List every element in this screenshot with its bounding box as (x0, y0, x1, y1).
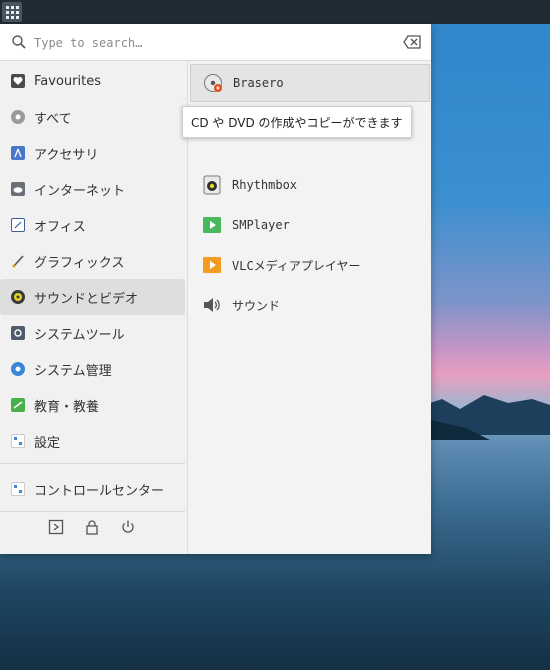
app-item-brasero[interactable]: Brasero (190, 64, 430, 102)
smplayer-icon (202, 215, 222, 235)
category-accessories[interactable]: アクセサリ (0, 135, 185, 171)
graphics-icon (11, 254, 25, 268)
lock-icon[interactable] (84, 519, 100, 535)
session-buttons (0, 517, 187, 557)
sidebar-divider (0, 463, 185, 464)
category-education[interactable]: 教育・教養 (0, 387, 185, 423)
control-center-icon (11, 482, 25, 496)
settings-icon (11, 434, 25, 448)
office-icon (11, 218, 25, 232)
vlc-icon (202, 255, 222, 275)
app-tooltip: CD や DVD の作成やコピーができます (182, 106, 412, 138)
multimedia-icon (11, 290, 25, 304)
search-icon (12, 35, 26, 49)
power-icon[interactable] (120, 519, 136, 535)
app-item-sound[interactable]: サウンド (190, 287, 428, 323)
category-sidebar: Favourites すべて アクセサリ インターネット オフィス グラフィック… (0, 61, 188, 554)
administration-icon (11, 362, 25, 376)
all-icon (11, 110, 25, 124)
app-item-rhythmbox[interactable]: Rhythmbox (190, 167, 428, 203)
app-item-smplayer[interactable]: SMPlayer (190, 207, 428, 243)
category-graphics[interactable]: グラフィックス (0, 243, 185, 279)
search-input[interactable] (32, 32, 396, 54)
system-tools-icon (11, 326, 25, 340)
rhythmbox-icon (202, 175, 222, 195)
sidebar-divider-bottom (0, 511, 185, 512)
accessories-icon (11, 146, 25, 160)
category-office[interactable]: オフィス (0, 207, 185, 243)
search-bar (0, 24, 431, 61)
taskbar (0, 0, 550, 24)
brasero-icon (203, 73, 223, 93)
internet-icon (11, 182, 25, 196)
category-sound-video[interactable]: サウンドとビデオ (0, 279, 185, 315)
category-settings[interactable]: 設定 (0, 423, 185, 459)
education-icon (11, 398, 25, 412)
category-administration[interactable]: システム管理 (0, 351, 185, 387)
category-all[interactable]: すべて (0, 99, 185, 135)
category-internet[interactable]: インターネット (0, 171, 185, 207)
control-center-item[interactable]: コントロールセンター (0, 471, 185, 507)
heart-icon (11, 74, 25, 88)
application-menu: Favourites すべて アクセサリ インターネット オフィス (0, 24, 431, 554)
category-system-tools[interactable]: システムツール (0, 315, 185, 351)
category-favourites[interactable]: Favourites (0, 63, 185, 99)
clear-search-icon[interactable] (403, 35, 421, 49)
sound-icon (202, 295, 222, 315)
switch-user-icon[interactable] (48, 519, 64, 535)
app-launcher-grid-icon[interactable] (2, 2, 22, 22)
app-item-vlc[interactable]: VLCメディアプレイヤー (190, 247, 428, 283)
